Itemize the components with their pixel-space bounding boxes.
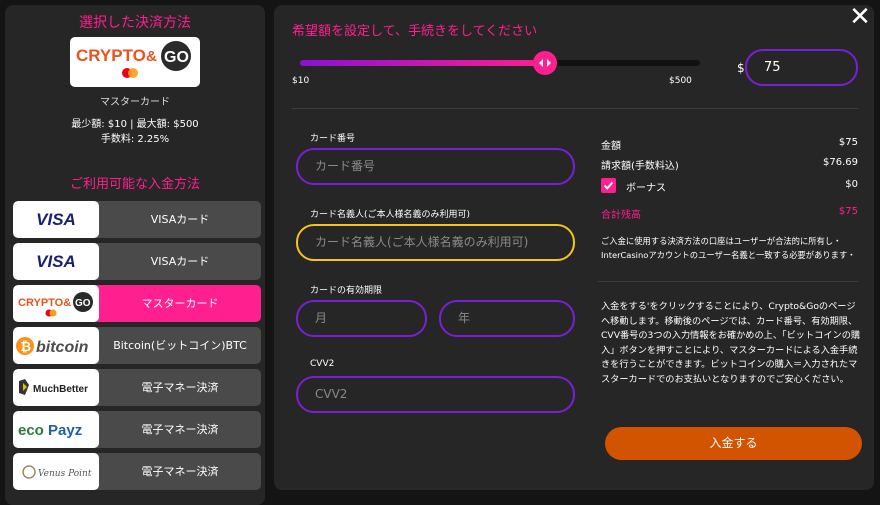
expiry-label: カードの有効期限 (310, 286, 383, 296)
holder-label: カード名義人(ご本人様名義のみ利用可) (310, 210, 471, 220)
fee-text: 手数料: 2.25% (100, 134, 170, 145)
summary-billed-value: $76.69 (823, 157, 858, 168)
visa-logo: VISA (13, 201, 99, 238)
crypto-go-logo: CRYPTO & GO (70, 37, 200, 87)
slider-max-label: $500 (669, 76, 692, 86)
summary-total-value: $75 (838, 206, 858, 217)
method-visa-2[interactable]: VISA VISAカード (13, 243, 261, 280)
method-label: VISAカード (150, 213, 210, 226)
svg-text:bitcoin: bitcoin (36, 339, 89, 356)
svg-text:CRYPTO&: CRYPTO& (18, 297, 71, 309)
deposit-button[interactable]: 入金する (605, 427, 862, 460)
check-icon (603, 181, 614, 190)
method-ecopayz[interactable]: eco Payz 電子マネー決済 (13, 411, 261, 448)
selected-method-name: マスターカード (100, 97, 170, 108)
available-methods-title: ご利用可能な入金方法 (69, 177, 200, 192)
method-label: 電子マネー決済 (141, 465, 219, 478)
summary-bonus-row: ボーナス $0 (601, 178, 858, 194)
slider-handle[interactable] (533, 51, 557, 75)
amount-slider[interactable] (300, 51, 700, 75)
amount-title: 希望額を設定して、手続きをしてください (292, 24, 538, 39)
svg-text:₿: ₿ (21, 339, 32, 354)
bonus-checkbox[interactable] (601, 178, 616, 193)
method-label: 電子マネー決済 (141, 423, 219, 436)
amount-input[interactable]: 75 (745, 49, 858, 86)
divider (292, 108, 858, 109)
limits-text: 最少額: $10 | 最大額: $500 (71, 119, 199, 130)
method-label: 電子マネー決済 (141, 381, 219, 394)
svg-text:GO: GO (75, 298, 91, 309)
cvv-label: CVV2 (310, 359, 335, 369)
selected-method-title: 選択した決済方法 (79, 15, 191, 31)
expiry-year-field[interactable]: 年 (439, 300, 575, 337)
account-note: ご入金に使用する決済方法の口座はユーザーが合法的に所有し・InterCasino… (601, 236, 856, 260)
summary-billed-label: 請求額(手数料込) (601, 161, 679, 172)
visa-logo: VISA (13, 243, 99, 280)
method-label: Bitcoin(ビットコイン)BTC (113, 339, 247, 352)
card-holder-field[interactable]: カード名義人(ご本人様名義のみ利用可) (296, 224, 575, 261)
slider-min-label: $10 (292, 76, 310, 86)
svg-text:GO: GO (164, 49, 189, 66)
venus-point-logo: Venus Point (13, 453, 99, 490)
method-muchbetter[interactable]: MuchBetter 電子マネー決済 (13, 369, 261, 406)
bitcoin-logo: ₿ bitcoin (13, 327, 99, 364)
close-icon[interactable]: ✕ (849, 4, 871, 30)
summary-amount-value: $75 (838, 137, 858, 148)
ecopayz-logo: eco Payz (13, 411, 99, 448)
summary-amount-label: 金額 (601, 141, 621, 152)
svg-text:CRYPTO: CRYPTO (76, 46, 146, 65)
method-visa-1[interactable]: VISA VISAカード (13, 201, 261, 238)
method-label: VISAカード (150, 255, 210, 268)
summary-divider (598, 281, 858, 282)
svg-text:Venus Point: Venus Point (38, 469, 92, 479)
cvv-field[interactable]: CVV2 (296, 376, 575, 413)
summary-billed-row: 請求額(手数料込) $76.69 (601, 157, 858, 172)
expiry-month-field[interactable]: 月 (296, 300, 427, 337)
currency-symbol: $ (737, 61, 745, 75)
svg-text:Payz: Payz (48, 422, 82, 439)
info-text: 入金をする'をクリックすることにより、Crypto&Goのページへ移動します。移… (601, 301, 861, 385)
svg-text:&: & (146, 48, 157, 65)
summary-total-row: 合計残高 $75 (601, 206, 858, 221)
method-label: マスターカード (141, 297, 219, 310)
card-number-field[interactable]: カード番号 (296, 148, 575, 185)
muchbetter-logo: MuchBetter (13, 369, 99, 406)
summary-amount-row: 金額 $75 (601, 137, 858, 152)
method-bitcoin[interactable]: ₿ bitcoin Bitcoin(ビットコイン)BTC (13, 327, 261, 364)
svg-text:MuchBetter: MuchBetter (33, 384, 88, 395)
method-mastercard[interactable]: CRYPTO& GO マスターカード (13, 285, 261, 322)
summary-total-label: 合計残高 (601, 210, 641, 221)
summary-bonus-label: ボーナス (626, 183, 666, 194)
card-number-label: カード番号 (310, 134, 356, 144)
svg-text:eco: eco (18, 422, 44, 439)
summary-bonus-value: $0 (845, 179, 858, 190)
payment-method-panel: 選択した決済方法 CRYPTO & GO マスターカード 最少額: $10 | … (5, 5, 265, 505)
crypto-go-small-logo: CRYPTO& GO (13, 285, 99, 322)
method-venuspoint[interactable]: Venus Point 電子マネー決済 (13, 453, 261, 490)
slider-fill (300, 60, 545, 66)
